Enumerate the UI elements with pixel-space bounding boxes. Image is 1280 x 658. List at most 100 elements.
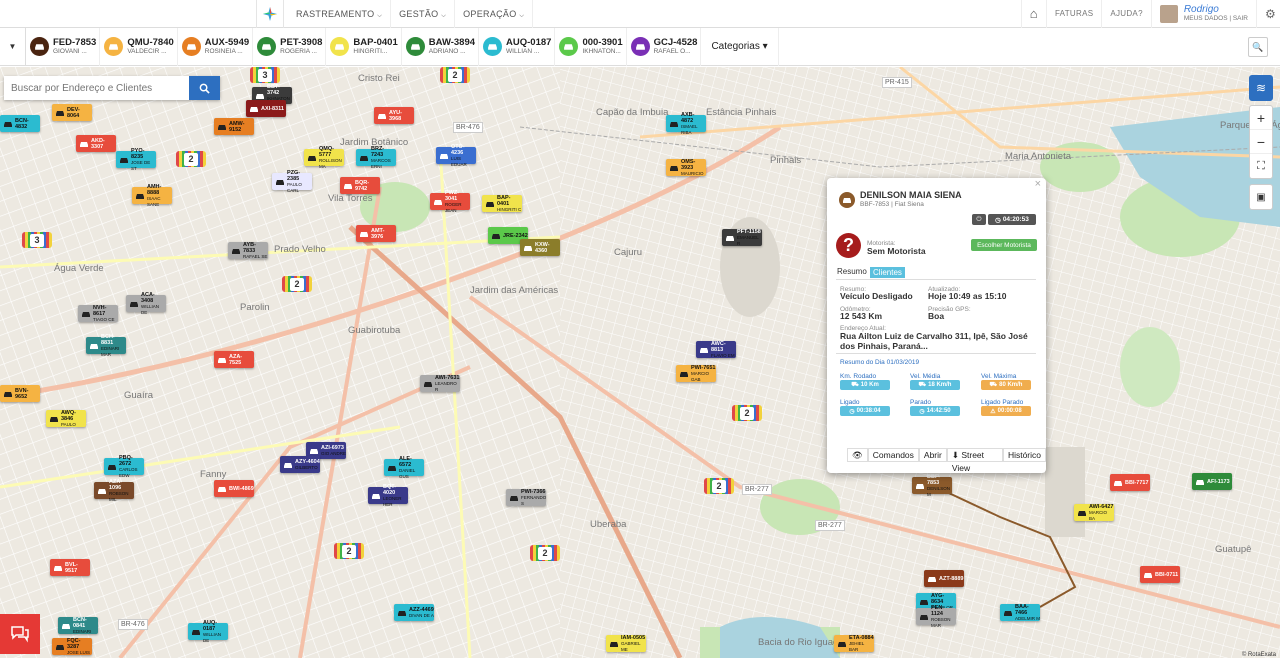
ajuda-link[interactable]: AJUDA? — [1101, 0, 1150, 28]
vehicle-marker[interactable]: PZG-2385 PAULO CARL — [272, 170, 312, 193]
tab-clientes[interactable]: Clientes — [870, 267, 905, 278]
vehicle-chip[interactable]: PET-3908 ROGERIA ... — [253, 27, 327, 66]
vehicle-chip[interactable]: AUX-5949 ROSINEIA ... — [178, 27, 254, 66]
vehicle-marker[interactable]: BCH-8831 EDINARI MAR — [86, 334, 126, 357]
comandos-button[interactable]: Comandos — [867, 448, 919, 462]
vehicle-chip[interactable]: AUQ-0187 WILLIAN ... — [479, 27, 556, 66]
fit-bounds-icon[interactable]: ⛶ — [1250, 154, 1272, 178]
vehicle-marker[interactable]: AZY-4604 GILBERTO — [280, 456, 320, 473]
vehicle-marker[interactable]: ACA-3408 WILLIAN DE — [126, 292, 166, 315]
vehicle-marker[interactable]: OTO-4236 LUIS EDUAR — [436, 144, 476, 167]
vehicle-marker[interactable]: AUQ-0187 WILLIAN DE — [188, 620, 228, 643]
vehicle-marker[interactable]: BBI-7717 — [1110, 474, 1150, 491]
power-icon[interactable]: ⏻ — [972, 214, 986, 225]
vehicle-marker[interactable]: BWI-4869 — [214, 480, 254, 497]
vehicle-marker[interactable]: KXW-4360 — [520, 239, 560, 256]
vehicle-chip[interactable]: BAW-3894 ADRIANO ... — [402, 27, 480, 66]
zoom-in-button[interactable]: + — [1250, 106, 1272, 130]
vehicle-marker[interactable]: BCN-0841 EDINARI — [58, 617, 98, 634]
vehicle-chip[interactable]: GCJ-4528 RAFAEL O... — [627, 27, 702, 66]
vehicle-marker[interactable]: AWI-7631 LEANDRO R — [420, 375, 460, 392]
faturas-link[interactable]: FATURAS — [1045, 0, 1101, 28]
vehicle-dropdown-toggle[interactable]: ▼ — [0, 27, 26, 66]
vehicle-chip[interactable]: BAP-0401 HINGRITI... — [326, 27, 402, 66]
save-control[interactable]: ▣ — [1249, 184, 1273, 210]
vehicle-marker[interactable]: AZA-1096 ROBSON MIL — [94, 479, 134, 502]
vehicle-marker[interactable]: AZZ-4469 DIVAN DE A — [394, 604, 434, 621]
vehicle-marker[interactable]: AMT-3976 — [356, 225, 396, 242]
vehicle-marker[interactable]: PBQ-2672 CARLOS EDW — [104, 455, 144, 478]
settings-gear-icon[interactable]: ⚙ — [1256, 0, 1280, 28]
vehicle-marker[interactable]: AWQ-3846 PAULO — [46, 410, 86, 427]
vehicle-marker[interactable]: AMH-8888 ISAAC SANE — [132, 184, 172, 207]
vehicle-marker[interactable]: BBI-0711 — [1140, 566, 1180, 583]
vehicle-marker[interactable]: AFI-1173 — [1192, 473, 1232, 490]
vehicle-marker[interactable]: PYO-8235 JOSE DE ST — [116, 148, 156, 171]
vehicle-marker[interactable]: PWI-7366 FERNANDO S — [506, 489, 546, 506]
vehicle-marker[interactable]: BVL-9517 — [50, 559, 90, 576]
menu-gestao[interactable]: GESTÃO ⌵ — [391, 0, 456, 28]
vehicle-chip[interactable]: QMU-7840 VALDECIR ... — [100, 27, 178, 66]
vehicle-marker[interactable]: OMS-3923 MAURICIO — [666, 159, 706, 176]
vehicle-marker[interactable]: FQC-3287 JOSE LUIS — [52, 638, 92, 655]
historico-button[interactable]: Histórico — [1002, 448, 1046, 462]
zoom-search-icon[interactable]: 🔍 — [1248, 37, 1268, 57]
close-icon[interactable]: × — [1035, 178, 1041, 190]
map-canvas[interactable]: Cristo Rei Jardim Botânico Capão da Imbuia… — [0, 67, 1280, 658]
vehicle-marker[interactable]: ALE-6572 DANIEL GUS — [384, 456, 424, 479]
user-name[interactable]: Rodrigo — [1184, 5, 1248, 15]
marker-cluster[interactable]: 2 — [176, 151, 206, 167]
street-view-button[interactable]: ⬇ Street View — [946, 448, 1003, 473]
vehicle-marker[interactable]: NVH-8617 TIAGO CE — [78, 305, 118, 322]
vehicle-marker[interactable]: AZT-8889 — [924, 570, 964, 587]
vehicle-marker[interactable]: AYU-3968 — [374, 107, 414, 124]
user-menu[interactable]: Rodrigo MEUS DADOS | SAIR — [1150, 0, 1256, 28]
marker-cluster[interactable]: 3 — [22, 232, 52, 248]
marker-cluster[interactable]: 3 — [250, 67, 280, 83]
marker-cluster[interactable]: 2 — [704, 478, 734, 494]
zoom-out-button[interactable]: − — [1250, 130, 1272, 154]
marker-cluster[interactable]: 2 — [334, 543, 364, 559]
vehicle-marker[interactable]: AWC-8813 FLAVIO EM — [696, 341, 736, 358]
search-button[interactable] — [189, 76, 220, 100]
vehicle-marker[interactable]: BAA-7466 ADELMIR M — [1000, 604, 1040, 621]
vehicle-marker[interactable]: PWZ-3041 ROGER JEAN — [430, 190, 470, 213]
marker-cluster[interactable]: 2 — [732, 405, 762, 421]
marker-cluster[interactable]: 2 — [440, 67, 470, 83]
vehicle-marker[interactable]: AMW-9152 — [214, 118, 254, 135]
vehicle-marker[interactable]: PEN-1124 ROBSON MAR — [916, 605, 956, 628]
vehicle-marker[interactable]: BVN-9652 — [0, 385, 40, 402]
user-links[interactable]: MEUS DADOS | SAIR — [1184, 15, 1248, 23]
menu-rastreamento[interactable]: RASTREAMENTO ⌵ — [288, 0, 392, 28]
marker-cluster[interactable]: 2 — [530, 545, 560, 561]
vehicle-marker[interactable]: QMQ-5777 ROLLISON MA — [304, 146, 344, 169]
marker-cluster[interactable]: 2 — [282, 276, 312, 292]
vehicle-marker[interactable]: BAP-0401 HINGRITI C — [482, 195, 522, 212]
vehicle-marker[interactable]: ETA-0884 JEHIEL BAR — [834, 635, 874, 652]
home-button[interactable]: ⌂ — [1020, 0, 1046, 28]
vehicle-marker[interactable]: PFT-1158 EMANUEL R — [722, 229, 762, 246]
vehicle-marker[interactable]: AWI-6427 MARCIO BA — [1074, 504, 1114, 521]
menu-operacao[interactable]: OPERAÇÃO ⌵ — [455, 0, 534, 28]
categories-dropdown[interactable]: Categorias ▾ — [701, 27, 779, 66]
vehicle-marker[interactable]: BQT-4020 LEONER HER — [368, 484, 408, 507]
vehicle-marker[interactable]: BRZ-7243 MARCOS ERNI — [356, 146, 396, 169]
eye-icon[interactable]: 👁 — [847, 448, 868, 462]
tab-resumo[interactable]: Resumo — [837, 267, 867, 276]
vehicle-marker[interactable]: AZA-7525 — [214, 351, 254, 368]
vehicle-marker[interactable]: AKD-3307 — [76, 135, 116, 152]
search-input[interactable] — [4, 76, 189, 100]
save-icon[interactable]: ▣ — [1250, 185, 1272, 209]
vehicle-chip[interactable]: FED-7853 GIOVANI ... — [26, 27, 101, 66]
chat-button[interactable] — [0, 614, 40, 654]
layers-icon[interactable]: ≋ — [1250, 76, 1272, 100]
vehicle-chip[interactable]: 000-3901 IKHNATON... — [555, 27, 627, 66]
vehicle-marker[interactable]: AXB-4872 ISMAEL RIBA — [666, 112, 706, 135]
vehicle-marker[interactable]: BBF-7853 DENILSON M — [912, 474, 952, 497]
vehicle-marker[interactable]: BCN-4832 — [0, 115, 40, 132]
layers-control[interactable]: ≋ — [1249, 75, 1273, 101]
vehicle-marker[interactable]: AYB-7833 RAFAEL SE — [228, 242, 268, 259]
vehicle-marker[interactable]: AXI-8311 — [246, 100, 286, 117]
vehicle-marker[interactable]: PWI-7651 MARCIO GAB — [676, 365, 716, 382]
vehicle-marker[interactable]: BQR-9742 — [340, 177, 380, 194]
